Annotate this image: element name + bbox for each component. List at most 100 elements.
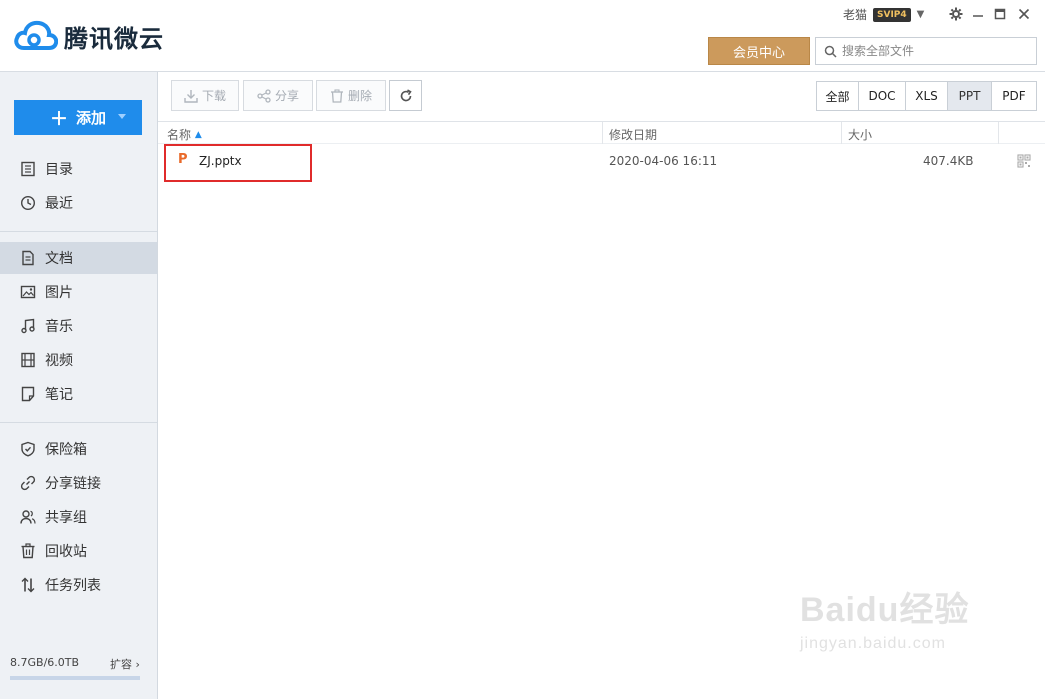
file-modified-date: 2020-04-06 16:11 bbox=[609, 154, 718, 168]
document-icon bbox=[22, 250, 34, 266]
plus-icon: ＋ bbox=[49, 108, 68, 130]
storage-progress-fill bbox=[10, 676, 140, 680]
sidebar-item-label: 图片 bbox=[45, 285, 73, 301]
sidebar-item-notes[interactable]: 笔记 bbox=[0, 378, 157, 410]
sidebar-item-recent[interactable]: 最近 bbox=[0, 187, 157, 219]
vip-badge: SVIP4 bbox=[873, 7, 911, 22]
sidebar-item-label: 任务列表 bbox=[45, 578, 101, 594]
expand-storage-label: 扩容 bbox=[110, 658, 132, 671]
column-name-header[interactable]: 名称 ▲ bbox=[167, 126, 202, 143]
watermark-url: jingyan.baidu.com bbox=[800, 635, 946, 652]
sidebar-item-label: 视频 bbox=[45, 353, 73, 369]
column-divider[interactable] bbox=[602, 122, 603, 144]
sidebar-item-label: 文档 bbox=[45, 251, 73, 267]
column-divider[interactable] bbox=[998, 122, 999, 144]
caret-down-icon bbox=[118, 114, 126, 119]
sidebar-item-share-links[interactable]: 分享链接 bbox=[0, 467, 157, 499]
sidebar-item-label: 最近 bbox=[45, 196, 73, 212]
storage-progress-bar bbox=[10, 676, 140, 680]
top-header: 腾讯微云 老猫 SVIP4 ▼ 会员中心 bbox=[0, 0, 1045, 72]
sidebar-item-label: 共享组 bbox=[45, 510, 87, 526]
cloud-logo-icon bbox=[14, 20, 58, 50]
search-box[interactable] bbox=[815, 37, 1037, 65]
sidebar-item-label: 保险箱 bbox=[45, 442, 87, 458]
username: 老猫 bbox=[843, 8, 868, 22]
search-input[interactable] bbox=[842, 44, 1022, 58]
gear-icon[interactable] bbox=[946, 4, 966, 24]
app-logo: 腾讯微云 bbox=[14, 18, 164, 54]
trash-icon bbox=[330, 88, 343, 103]
music-icon bbox=[21, 318, 35, 334]
sidebar-divider bbox=[0, 231, 157, 232]
sidebar-item-label: 回收站 bbox=[45, 544, 87, 560]
watermark: Baidu经验 jingyan.baidu.com bbox=[800, 582, 969, 653]
file-table-header: 名称 ▲ 修改日期 大小 bbox=[158, 122, 1045, 144]
add-button-label: 添加 bbox=[75, 109, 106, 127]
link-icon bbox=[20, 475, 36, 491]
filter-xls[interactable]: XLS bbox=[905, 81, 948, 111]
sidebar-item-label: 分享链接 bbox=[45, 476, 101, 492]
search-icon bbox=[824, 45, 837, 58]
sidebar-item-label: 目录 bbox=[45, 162, 73, 178]
toolbar: 下载 分享 删除 全部 DOC XLS PPT PDF bbox=[158, 72, 1045, 122]
filter-label: XLS bbox=[915, 89, 938, 103]
file-size: 407.4KB bbox=[923, 154, 974, 168]
close-icon[interactable] bbox=[1014, 4, 1034, 24]
download-button[interactable]: 下载 bbox=[171, 80, 239, 111]
user-menu[interactable]: 老猫 SVIP4 ▼ bbox=[843, 6, 924, 23]
sidebar-item-directory[interactable]: 目录 bbox=[0, 153, 157, 185]
group-icon bbox=[20, 510, 36, 524]
video-icon bbox=[21, 352, 35, 368]
download-label: 下载 bbox=[201, 89, 226, 103]
refresh-icon bbox=[400, 88, 412, 101]
member-center-button[interactable]: 会员中心 bbox=[708, 37, 810, 65]
trash-icon bbox=[21, 543, 35, 559]
filter-pdf[interactable]: PDF bbox=[991, 81, 1037, 111]
sidebar-item-images[interactable]: 图片 bbox=[0, 276, 157, 308]
expand-storage-link[interactable]: 扩容 › bbox=[110, 656, 140, 672]
task-list-icon bbox=[21, 577, 35, 593]
shield-icon bbox=[21, 441, 35, 457]
filter-label: 全部 bbox=[825, 89, 850, 104]
filter-label: DOC bbox=[868, 89, 896, 103]
column-size-header[interactable]: 大小 bbox=[848, 126, 872, 143]
minimize-icon[interactable] bbox=[968, 4, 988, 24]
sidebar-item-task-list[interactable]: 任务列表 bbox=[0, 569, 157, 601]
qr-code-icon[interactable] bbox=[1017, 154, 1031, 168]
delete-label: 删除 bbox=[347, 89, 372, 103]
sidebar-item-music[interactable]: 音乐 bbox=[0, 310, 157, 342]
filter-label: PPT bbox=[958, 89, 981, 103]
filter-doc[interactable]: DOC bbox=[858, 81, 906, 111]
delete-button[interactable]: 删除 bbox=[316, 80, 386, 111]
sidebar-item-label: 音乐 bbox=[45, 319, 73, 335]
sidebar-divider bbox=[0, 422, 157, 423]
image-icon bbox=[20, 285, 36, 299]
column-divider[interactable] bbox=[841, 122, 842, 144]
sidebar-item-shared-group[interactable]: 共享组 bbox=[0, 501, 157, 533]
sidebar-item-documents[interactable]: 文档 bbox=[0, 242, 157, 274]
download-icon bbox=[184, 89, 198, 103]
app-name: 腾讯微云 bbox=[64, 24, 164, 53]
column-name-label: 名称 bbox=[167, 128, 192, 142]
clock-icon bbox=[20, 195, 36, 211]
sidebar-item-recycle-bin[interactable]: 回收站 bbox=[0, 535, 157, 567]
chevron-down-icon[interactable]: ▼ bbox=[917, 9, 925, 20]
refresh-button[interactable] bbox=[389, 80, 422, 111]
directory-icon bbox=[21, 161, 35, 177]
share-button[interactable]: 分享 bbox=[243, 80, 313, 111]
sidebar: ＋ 添加 目录 最近 文档 图片 音乐 视频 笔记 保险箱 分享链接 共享组 回… bbox=[0, 72, 158, 699]
add-button[interactable]: ＋ 添加 bbox=[14, 100, 142, 135]
sidebar-item-video[interactable]: 视频 bbox=[0, 344, 157, 376]
sidebar-item-safe-box[interactable]: 保险箱 bbox=[0, 433, 157, 465]
filter-all[interactable]: 全部 bbox=[816, 81, 859, 111]
storage-usage: 8.7GB/6.0TB bbox=[10, 656, 80, 669]
share-label: 分享 bbox=[274, 89, 299, 103]
share-icon bbox=[257, 88, 271, 103]
filter-label: PDF bbox=[1002, 89, 1026, 103]
chevron-right-icon: › bbox=[135, 658, 140, 671]
maximize-icon[interactable] bbox=[990, 4, 1010, 24]
sort-ascending-icon: ▲ bbox=[194, 130, 202, 140]
watermark-brand: Baidu经验 bbox=[800, 591, 970, 629]
column-modified-header[interactable]: 修改日期 bbox=[609, 126, 657, 143]
filter-ppt[interactable]: PPT bbox=[947, 81, 992, 111]
